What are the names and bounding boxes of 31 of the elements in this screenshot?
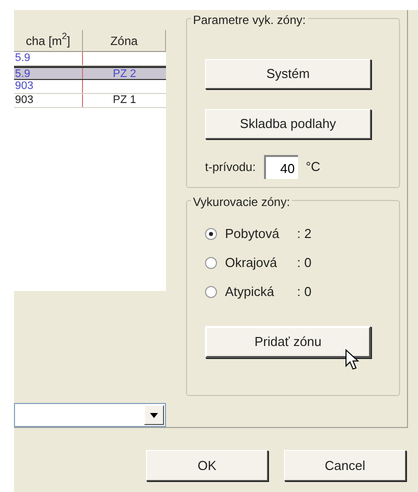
- table-cell: 5.9: [15, 68, 30, 80]
- zone-count: : 2: [297, 224, 312, 243]
- dropdown-field[interactable]: [14, 403, 166, 427]
- radio-label[interactable]: Okrajová: [225, 252, 297, 272]
- caret-icon: [150, 412, 158, 418]
- column-header[interactable]: cha [m$^{2}$]: [14, 30, 83, 51]
- zone-count: : 0: [297, 282, 312, 301]
- table-row[interactable]: 903: [14, 80, 166, 94]
- zone-count: : 0: [297, 254, 312, 272]
- mouse-pointer-icon: [345, 349, 359, 371]
- unit-label: °C: [306, 158, 320, 176]
- add-zone-button[interactable]: Pridať zónu: [205, 326, 371, 358]
- table-cell: PZ 1: [112, 94, 136, 106]
- radio-button[interactable]: [205, 228, 217, 240]
- table-cell: 903: [15, 94, 34, 106]
- ok-button[interactable]: OK: [146, 450, 268, 481]
- radio-label[interactable]: Pobytová: [225, 224, 297, 244]
- table-cell: 903: [15, 80, 34, 92]
- radio-button[interactable]: [205, 256, 217, 268]
- table-row[interactable]: 5.9 PZ 2: [14, 66, 166, 80]
- cancel-button[interactable]: Cancel: [284, 450, 406, 481]
- action-button[interactable]: Skladba podlahy: [205, 109, 371, 139]
- table-cell: 5.9: [15, 52, 30, 64]
- field-label: t-prívodu:: [205, 159, 256, 176]
- action-button[interactable]: Systém: [205, 59, 371, 89]
- table-row[interactable]: 903 PZ 1: [14, 94, 166, 108]
- column-header[interactable]: Zóna: [83, 30, 166, 51]
- radio-label[interactable]: Atypická: [225, 282, 297, 302]
- radio-button[interactable]: [205, 286, 217, 298]
- table-cell: PZ 2: [112, 68, 136, 80]
- temperature-field[interactable]: 40: [264, 155, 298, 179]
